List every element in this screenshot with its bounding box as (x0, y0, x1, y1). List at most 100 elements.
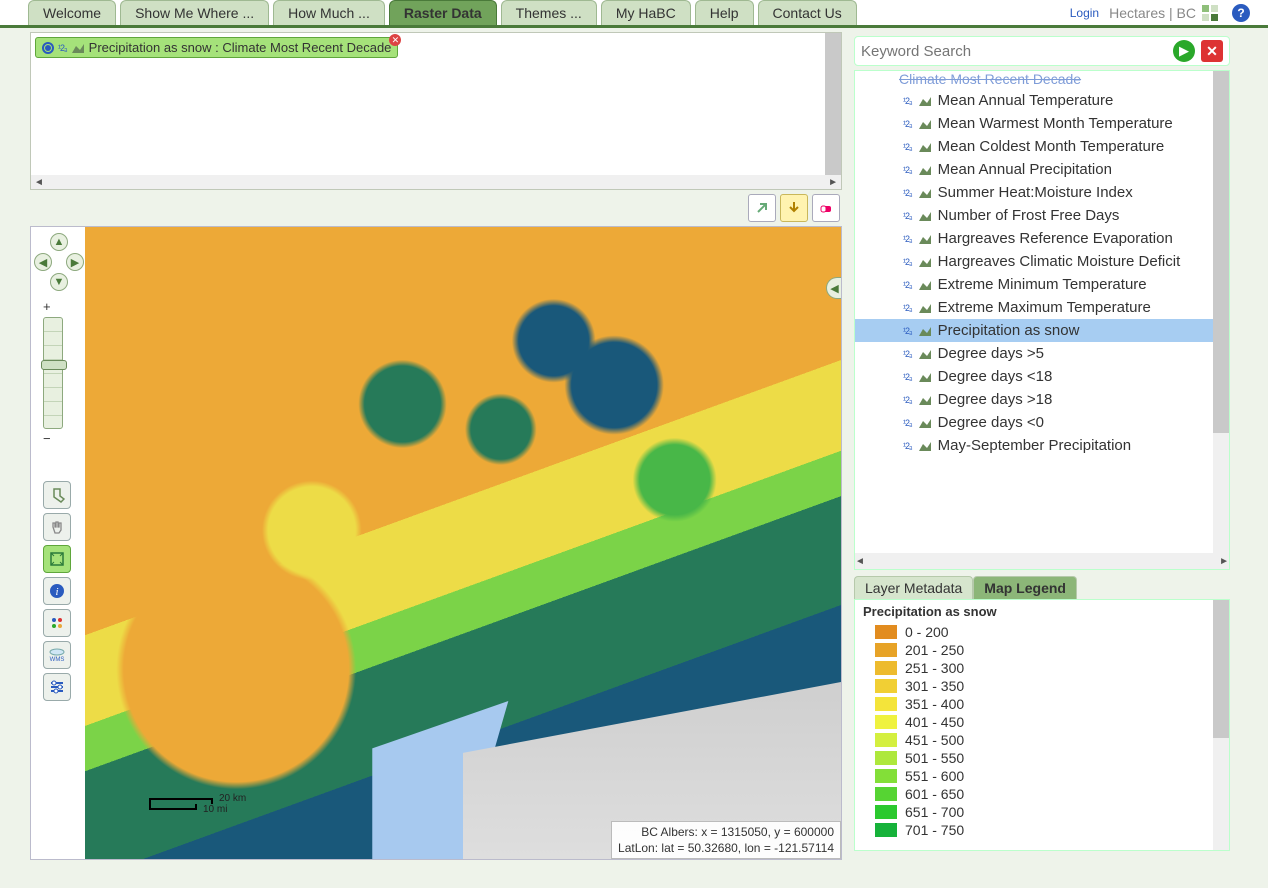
nav-tab[interactable]: Show Me Where ... (120, 0, 269, 25)
zoom-track[interactable] (43, 317, 63, 429)
clear-button[interactable] (812, 194, 840, 222)
legend-range-label: 501 - 550 (905, 750, 964, 766)
download-button[interactable] (780, 194, 808, 222)
map-canvas[interactable]: ◀ 20 km 10 mi BC Albers: x = 1315050, y … (85, 227, 841, 859)
pan-left-button[interactable]: ◀ (34, 253, 52, 271)
tree-hscrollbar[interactable]: ◄► (855, 553, 1229, 569)
raster-icon (918, 118, 932, 130)
tree-item[interactable]: ¹2₃Mean Annual Precipitation (855, 158, 1213, 181)
selection-hscrollbar[interactable]: ◄► (31, 175, 841, 189)
legend-range-label: 301 - 350 (905, 678, 964, 694)
help-icon[interactable]: ? (1232, 4, 1250, 22)
tree-parent-node[interactable]: Climate Most Recent Decade (855, 71, 1213, 89)
keyword-search-input[interactable] (861, 43, 1167, 60)
nav-tab[interactable]: Help (695, 0, 754, 25)
legend-row: 701 - 750 (863, 821, 1205, 839)
selected-layer-chip[interactable]: ¹2₃ Precipitation as snow : Climate Most… (35, 37, 398, 58)
nav-tab[interactable]: My HaBC (601, 0, 691, 25)
tree-item[interactable]: ¹2₃May-September Precipitation (855, 434, 1213, 457)
pan-up-button[interactable]: ▲ (50, 233, 68, 251)
tree-item-label: Degree days >18 (938, 391, 1053, 408)
zoom-handle[interactable] (41, 360, 67, 370)
radio-icon[interactable] (42, 42, 54, 54)
zoom-out-button[interactable]: − (43, 431, 63, 447)
search-clear-button[interactable]: ✕ (1201, 40, 1223, 62)
coordinate-readout: BC Albers: x = 1315050, y = 600000 LatLo… (611, 821, 841, 859)
tree-item-label: Extreme Minimum Temperature (938, 276, 1147, 293)
identify-tool[interactable]: i (43, 577, 71, 605)
numeric-type-icon: ¹2₃ (903, 372, 912, 382)
legend-swatch (875, 769, 897, 783)
tree-item-label: Mean Warmest Month Temperature (938, 115, 1173, 132)
legend-range-label: 551 - 600 (905, 768, 964, 784)
selection-vscrollbar[interactable] (825, 33, 841, 175)
raster-icon (918, 279, 932, 291)
numeric-type-icon: ¹2₃ (903, 349, 912, 359)
legend-swatch (875, 643, 897, 657)
layer-selection-panel: ¹2₃ Precipitation as snow : Climate Most… (30, 32, 842, 190)
tree-item[interactable]: ¹2₃Mean Coldest Month Temperature (855, 135, 1213, 158)
numeric-type-icon: ¹2₃ (58, 43, 67, 53)
legend-title: Precipitation as snow (863, 604, 1205, 619)
legend-row: 401 - 450 (863, 713, 1205, 731)
legend-row: 351 - 400 (863, 695, 1205, 713)
legend-swatch (875, 823, 897, 837)
tree-item[interactable]: ¹2₃Mean Warmest Month Temperature (855, 112, 1213, 135)
tree-item-label: Degree days <18 (938, 368, 1053, 385)
svg-text:WMS: WMS (50, 657, 65, 663)
nav-tab[interactable]: How Much ... (273, 0, 385, 25)
tree-item-label: Degree days >5 (938, 345, 1044, 362)
raster-icon (918, 417, 932, 429)
tree-item[interactable]: ¹2₃Number of Frost Free Days (855, 204, 1213, 227)
numeric-type-icon: ¹2₃ (903, 257, 912, 267)
pan-hand-tool[interactable] (43, 513, 71, 541)
search-go-button[interactable]: ▶ (1173, 40, 1195, 62)
tree-item[interactable]: ¹2₃Degree days >18 (855, 388, 1213, 411)
map-frame: ◀ 20 km 10 mi BC Albers: x = 1315050, y … (30, 226, 842, 860)
zoom-in-button[interactable]: + (43, 299, 63, 315)
panel-collapse-icon[interactable]: ◀ (826, 277, 841, 299)
tree-item[interactable]: ¹2₃Degree days <0 (855, 411, 1213, 434)
numeric-type-icon: ¹2₃ (903, 211, 912, 221)
permalink-button[interactable] (748, 194, 776, 222)
legend-swatch (875, 805, 897, 819)
pan-right-button[interactable]: ▶ (66, 253, 84, 271)
tree-item[interactable]: ¹2₃Hargreaves Climatic Moisture Deficit (855, 250, 1213, 273)
tree-item[interactable]: ¹2₃Extreme Maximum Temperature (855, 296, 1213, 319)
legend-range-label: 651 - 700 (905, 804, 964, 820)
legend-vscrollbar[interactable] (1213, 600, 1229, 850)
detail-tab[interactable]: Map Legend (973, 576, 1077, 599)
keyword-search-row: ▶ ✕ (854, 36, 1230, 66)
legend-row: 501 - 550 (863, 749, 1205, 767)
raster-icon (918, 302, 932, 314)
cluster-tool[interactable] (43, 609, 71, 637)
remove-layer-icon[interactable]: ✕ (389, 34, 401, 46)
zoom-slider: + − (43, 299, 63, 449)
tree-item[interactable]: ¹2₃Mean Annual Temperature (855, 89, 1213, 112)
sock-tool[interactable] (43, 481, 71, 509)
tree-item[interactable]: ¹2₃ Degree days >5 (855, 342, 1213, 365)
raster-icon (918, 371, 932, 383)
wms-tool[interactable]: WMS (43, 641, 71, 669)
pan-down-button[interactable]: ▼ (50, 273, 68, 291)
tree-item[interactable]: ¹2₃Summer Heat:Moisture Index (855, 181, 1213, 204)
tree-vscrollbar[interactable] (1213, 71, 1229, 553)
tree-item[interactable]: ¹2₃ Degree days <18 (855, 365, 1213, 388)
extent-tool[interactable] (43, 545, 71, 573)
nav-tab[interactable]: Contact Us (758, 0, 857, 25)
nav-tab[interactable]: Welcome (28, 0, 116, 25)
settings-tool[interactable] (43, 673, 71, 701)
numeric-type-icon: ¹2₃ (903, 142, 912, 152)
detail-tab[interactable]: Layer Metadata (854, 576, 973, 599)
raster-icon (918, 394, 932, 406)
tree-item[interactable]: ¹2₃Extreme Minimum Temperature (855, 273, 1213, 296)
tree-item[interactable]: ¹2₃Precipitation as snow (855, 319, 1213, 342)
tree-item[interactable]: ¹2₃Hargreaves Reference Evaporation (855, 227, 1213, 250)
nav-tab[interactable]: Raster Data (389, 0, 497, 25)
login-link[interactable]: Login (1070, 6, 1099, 20)
top-navbar: WelcomeShow Me Where ...How Much ...Rast… (0, 0, 1268, 28)
tree-item-label: Hargreaves Reference Evaporation (938, 230, 1173, 247)
nav-tab[interactable]: Themes ... (501, 0, 597, 25)
tree-item-label: Mean Annual Temperature (938, 92, 1114, 109)
tree-item-label: Mean Annual Precipitation (938, 161, 1112, 178)
